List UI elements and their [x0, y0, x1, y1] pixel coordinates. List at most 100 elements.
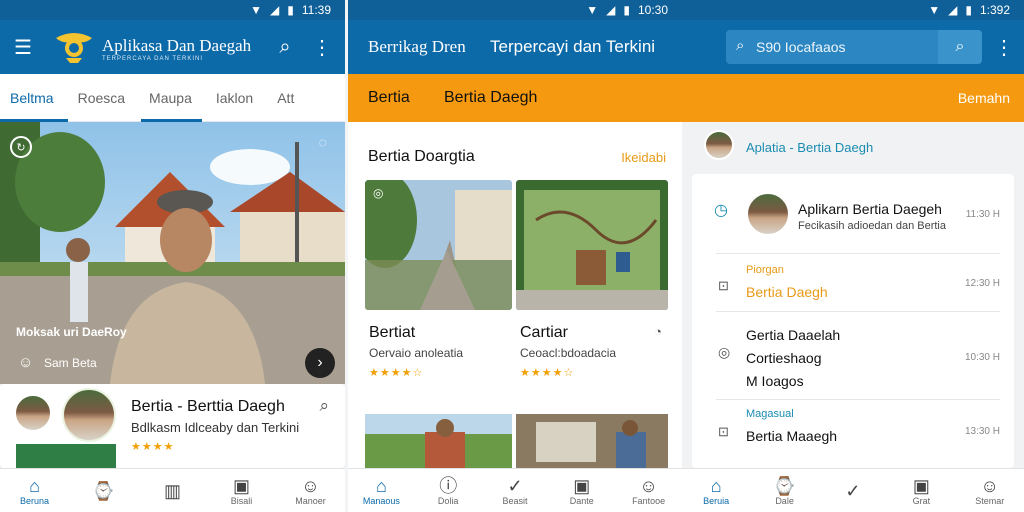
orange-tab-bar: Bertia Bertia Daegh: [348, 74, 682, 122]
tab-bertia[interactable]: Bertia: [368, 89, 410, 107]
more-vert-icon[interactable]: ⋮: [992, 34, 1016, 60]
see-all-link[interactable]: Ikeidabi: [621, 150, 666, 165]
home-icon: ⌂: [710, 475, 722, 496]
list-item-title: Bertia Daegh: [746, 284, 828, 300]
nav-fantooe[interactable]: ☺ Fantooe: [621, 476, 677, 506]
search-submit-button[interactable]: ⌕: [938, 30, 982, 64]
screen-category: ▼ ◢ ▮ 10:30 Berrikag Dren Terpercayi dan…: [348, 0, 682, 512]
nav-home[interactable]: ⌂ Beruia: [688, 476, 744, 506]
more-vert-icon[interactable]: ⋮: [310, 34, 334, 60]
clock-icon: ◷: [714, 202, 728, 219]
app-title: Aplikasa Dan Daegah: [102, 36, 252, 55]
card-title-2: Cartiar: [520, 324, 569, 341]
tab-roesca[interactable]: Roesca: [78, 74, 125, 122]
thumbnail-image: [16, 444, 116, 468]
user-icon: ☺: [18, 354, 34, 371]
list-item[interactable]: ⊡ Piorgan Bertia Daegh 12:30 H: [716, 254, 1000, 312]
tab-maupa[interactable]: Maupa: [141, 74, 202, 122]
list-item-time: 10:30 H: [964, 352, 1000, 363]
app-bar: Berrikag Dren Terpercayi dan Terkini: [348, 20, 682, 74]
featured-news-card[interactable]: Bertia - Berttia Daegh Bdlkasm Idlceaby …: [0, 384, 345, 468]
clock-icon: ⌚: [92, 480, 115, 501]
reload-icon: ◎: [373, 186, 384, 200]
bookmark-icon[interactable]: ◌: [319, 134, 327, 150]
nav-stemar[interactable]: ☺ Stemar: [962, 476, 1018, 506]
nav-manoer[interactable]: ☺ Manoer: [283, 476, 339, 506]
tab-iaklon[interactable]: Iaklon: [216, 74, 253, 122]
hero-author: Sam Beta: [44, 356, 97, 370]
hero-caption: Moksak uri DaeRoy: [16, 325, 127, 339]
menu-icon[interactable]: ☰: [10, 34, 36, 60]
home-icon: ⌂: [29, 475, 40, 496]
nav-check[interactable]: ✓: [825, 481, 881, 501]
category-tabs: Beltma Roesca Maupa Iaklon Att: [0, 74, 345, 122]
calendar-icon: ▣: [573, 475, 591, 496]
home-icon: ⌂: [375, 475, 387, 496]
status-time: 10:30: [637, 3, 668, 17]
hero-news-image[interactable]: ↻ ◌ Moksak uri DaeRoy ☺ Sam Beta ›: [0, 122, 345, 384]
card-subtitle-2: Ceoacl:bdoadacia: [520, 346, 617, 360]
search-icon: ⌕: [736, 37, 745, 54]
list-item[interactable]: ◎ Gertia Daaelah Cortieshaog M Ioagos 10…: [716, 312, 1000, 400]
calendar-icon: ▣: [232, 475, 250, 496]
clock-icon: ⌚: [773, 475, 796, 496]
chat-icon: ⊡: [718, 424, 729, 439]
app-subtitle: TERPERCAYA DAN TERKINI: [102, 56, 204, 62]
comment-icon[interactable]: ◔: [654, 324, 662, 339]
tab-att[interactable]: Att: [277, 74, 294, 122]
list-item[interactable]: ◷ Aplikarn Bertia Daegeh Fecikasih adioe…: [714, 174, 1000, 254]
signal-icon: ◢: [948, 3, 958, 17]
profile-row[interactable]: Aplatia - Bertia Daegh: [682, 122, 1024, 172]
list-item-time: 11:30 H: [965, 209, 1000, 220]
featured-title: Bertia - Berttia Daegh: [131, 398, 285, 415]
info-icon: ◎: [718, 344, 731, 360]
nav-dante[interactable]: ▣ Dante: [554, 476, 610, 506]
news-card-image[interactable]: [516, 414, 668, 468]
nav-dale[interactable]: ⌚ Dale: [757, 476, 813, 506]
wifi-icon: ▼: [250, 3, 263, 17]
reload-icon[interactable]: ↻: [10, 136, 32, 158]
signal-icon: ◢: [606, 3, 616, 17]
search-icon[interactable]: ⌕: [272, 34, 298, 60]
rating-stars: ★★★★☆: [520, 367, 575, 379]
header-right-title: Terpercayi dan Terkini: [490, 37, 656, 56]
nav-beasit[interactable]: ✓ Beasit: [487, 476, 543, 506]
nav-grat[interactable]: ▣ Grat: [893, 476, 949, 506]
list-item-subtitle: Fecikasih adioedan dan Bertia: [798, 220, 946, 232]
nav-clock[interactable]: ⌚: [76, 481, 132, 501]
content-panel: Bertia Doargtia Ikeidabi ◎ Bertiat Oerva…: [348, 122, 682, 468]
bottom-nav: ⌂ Beruna ⌚ ▥ ▣ Bisali ☺ Manoer: [0, 468, 345, 512]
search-input[interactable]: ⌕ S90 Iocafaaos ⌕: [726, 30, 982, 64]
stats-icon: ▥: [163, 480, 181, 501]
list-item[interactable]: ⊡ Magasual Bertia Maaegh 13:30 H: [716, 400, 1000, 456]
bottom-nav: ⌂ Beruia ⌚ Dale ✓ ▣ Grat ☺ Stemar: [682, 468, 1024, 512]
profile-icon: ☺: [301, 475, 320, 496]
nav-bisali[interactable]: ▣ Bisali: [214, 476, 270, 506]
rating-stars: ★★★★: [131, 441, 175, 453]
list-item-title: Aplikarn Bertia Daegeh: [798, 201, 942, 217]
nav-stats[interactable]: ▥: [145, 481, 201, 501]
list-item-title: Gertia Daaelah Cortieshaog M Ioagos: [746, 327, 841, 389]
info-icon: ⓘ: [439, 475, 458, 496]
section-title: Bertia Doargtia: [368, 148, 475, 165]
wifi-icon: ▼: [586, 3, 599, 17]
orange-action[interactable]: Bemahn: [958, 90, 1010, 106]
tab-beltma[interactable]: Beltma: [0, 74, 68, 122]
nav-home[interactable]: ⌂ Manaous: [353, 476, 409, 506]
tab-bertia-daegh[interactable]: Bertia Daegh: [444, 89, 537, 107]
nav-dolia[interactable]: ⓘ Dolia: [420, 476, 476, 506]
wifi-icon: ▼: [928, 3, 941, 17]
news-card-image[interactable]: [365, 414, 512, 468]
status-time: 1:392: [979, 3, 1010, 17]
news-list: ◷ Aplikarn Bertia Daegeh Fecikasih adioe…: [692, 174, 1014, 468]
next-arrow-icon[interactable]: ›: [305, 348, 335, 378]
bottom-nav: ⌂ Manaous ⓘ Dolia ✓ Beasit ▣ Dante ☺ Fantooe: [348, 468, 682, 512]
calendar-icon: ▣: [912, 475, 930, 496]
nav-home[interactable]: ⌂ Beruna: [7, 476, 63, 506]
search-icon[interactable]: ⌕: [319, 396, 329, 416]
news-card-image[interactable]: ◎: [365, 180, 512, 310]
avatar: [14, 394, 52, 432]
news-card-image[interactable]: [516, 180, 668, 310]
card-subtitle-1: Oervaio anoleatia: [369, 346, 464, 360]
profile-icon: ☺: [639, 475, 658, 496]
